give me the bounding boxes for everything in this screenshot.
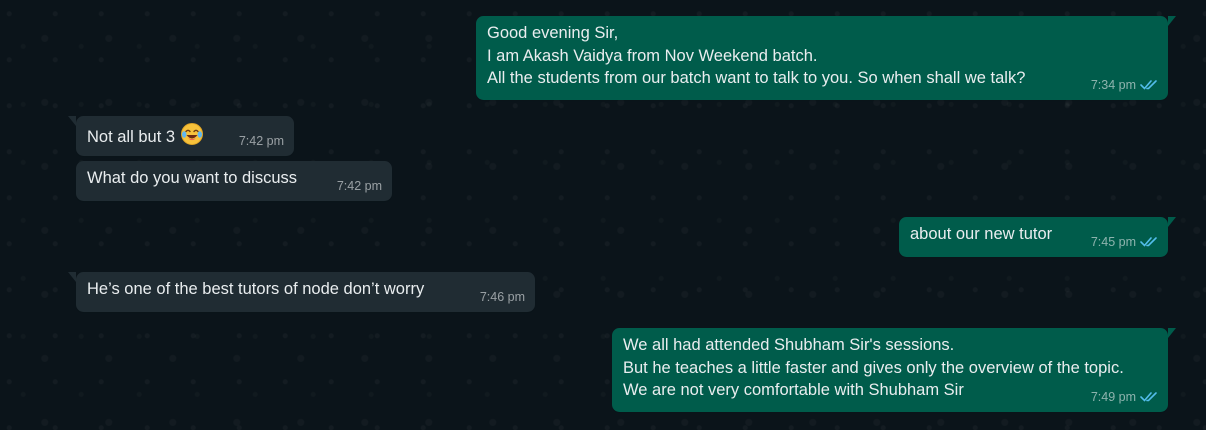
message-text: Not all but 3 <box>87 128 176 146</box>
message-bubble-incoming[interactable]: He’s one of the best tutors of node don’… <box>68 272 535 312</box>
message-meta: 7:45 pm <box>1091 231 1158 254</box>
message-meta: 7:42 pm <box>337 175 382 198</box>
message-time: 7:42 pm <box>238 133 284 148</box>
message-text: We all had attended Shubham Sir's sessio… <box>623 336 955 354</box>
double-check-icon <box>1140 80 1157 90</box>
message-time: 7:34 pm <box>1090 77 1136 92</box>
message-meta: 7:34 pm <box>1091 74 1158 97</box>
face-with-tears-of-joy-icon <box>181 123 204 145</box>
message-text: I am Akash Vaidya from Nov Weekend batch… <box>487 46 818 65</box>
double-check-icon <box>1140 237 1157 247</box>
message-time: 7:49 pm <box>1090 389 1136 404</box>
message-bubble-outgoing[interactable]: about our new tutor 7:45 pm <box>899 217 1176 257</box>
message-text: He’s one of the best tutors of node don’… <box>87 280 425 298</box>
message-time: 7:45 pm <box>1090 234 1136 249</box>
message-text: We are not very comfortable with Shubham… <box>623 381 964 399</box>
double-check-icon <box>1140 392 1157 402</box>
message-text: All the students from our batch want to … <box>487 69 1026 87</box>
message-text: Good evening Sir, <box>487 24 619 42</box>
bubble-tail <box>1168 328 1176 338</box>
bubble-tail <box>68 116 76 126</box>
message-bubble-incoming[interactable]: What do you want to discuss 7:42 pm <box>76 161 392 201</box>
message-text: But he teaches a little faster and gives… <box>623 358 1124 377</box>
message-bubble-outgoing[interactable]: Good evening Sir, I am Akash Vaidya from… <box>476 16 1176 100</box>
message-time: 7:42 pm <box>336 178 382 193</box>
bubble-tail <box>68 272 76 282</box>
bubble-tail <box>1168 16 1176 26</box>
message-bubble-incoming[interactable]: Not all but 3 7:42 pm <box>68 116 294 156</box>
bubble-tail <box>1168 217 1176 227</box>
message-meta: 7:49 pm <box>1091 386 1158 409</box>
message-meta: 7:46 pm <box>480 286 525 309</box>
message-meta: 7:42 pm <box>239 130 284 153</box>
message-time: 7:46 pm <box>479 289 525 304</box>
message-bubble-outgoing[interactable]: We all had attended Shubham Sir's sessio… <box>612 328 1176 412</box>
